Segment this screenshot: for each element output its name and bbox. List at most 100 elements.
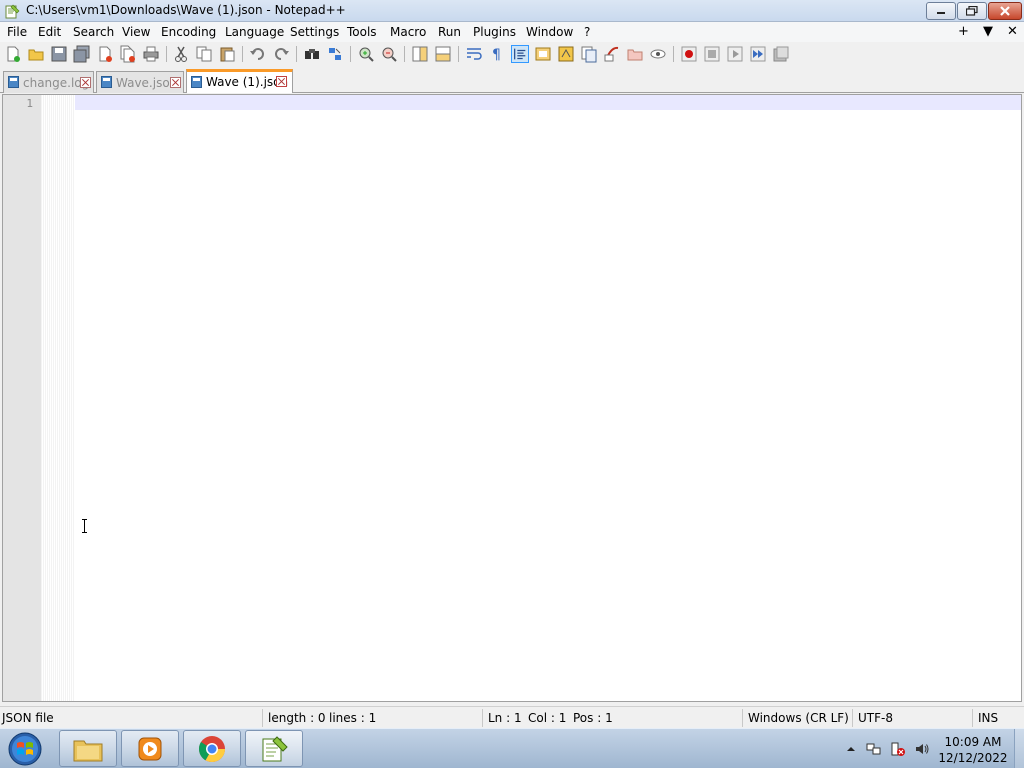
toolbar: ¶ xyxy=(0,42,1024,66)
network-icon[interactable] xyxy=(866,741,882,757)
menu-window[interactable]: Window xyxy=(526,25,573,39)
show-hidden-icons[interactable] xyxy=(843,741,859,757)
menu-help[interactable]: ? xyxy=(584,25,590,39)
menu-plugins[interactable]: Plugins xyxy=(473,25,516,39)
tab-change-log[interactable]: change.log xyxy=(3,71,94,93)
taskbar-notepadpp[interactable] xyxy=(245,730,303,767)
menu-file[interactable]: File xyxy=(7,25,27,39)
status-separator xyxy=(852,709,853,727)
status-insert-mode[interactable]: INS xyxy=(978,711,998,725)
clock-date: 12/12/2022 xyxy=(938,751,1008,765)
text-cursor-icon xyxy=(82,519,87,533)
record-macro-icon[interactable] xyxy=(680,45,698,63)
clock-time: 10:09 AM xyxy=(944,735,1002,749)
menu-search[interactable]: Search xyxy=(73,25,114,39)
status-encoding[interactable]: UTF-8 xyxy=(858,711,893,725)
replace-icon[interactable] xyxy=(326,45,344,63)
sync-vertical-icon[interactable] xyxy=(411,45,429,63)
new-file-icon[interactable] xyxy=(4,45,22,63)
notepadpp-icon xyxy=(5,4,20,19)
save-all-icon[interactable] xyxy=(73,45,91,63)
stop-record-icon[interactable] xyxy=(703,45,721,63)
file-icon xyxy=(101,76,112,88)
close-icon[interactable] xyxy=(96,45,114,63)
save-macro-icon[interactable] xyxy=(772,45,790,63)
undo-icon[interactable] xyxy=(249,45,267,63)
status-ln: Ln : 1 xyxy=(488,711,522,725)
folder-as-workspace-icon[interactable] xyxy=(603,45,621,63)
find-icon[interactable] xyxy=(303,45,321,63)
fold-margin[interactable] xyxy=(41,95,75,701)
menu-encoding[interactable]: Encoding xyxy=(161,25,216,39)
save-icon[interactable] xyxy=(50,45,68,63)
tab-close-icon[interactable] xyxy=(80,77,91,88)
menu-view[interactable]: View xyxy=(122,25,150,39)
open-file-icon[interactable] xyxy=(27,45,45,63)
copy-icon[interactable] xyxy=(195,45,213,63)
toolbar-separator xyxy=(242,46,243,62)
udl-icon[interactable] xyxy=(534,45,552,63)
status-eol[interactable]: Windows (CR LF) xyxy=(748,711,849,725)
paste-icon[interactable] xyxy=(218,45,236,63)
menu-macro[interactable]: Macro xyxy=(390,25,426,39)
media-player-icon xyxy=(138,737,162,760)
file-icon xyxy=(8,76,19,88)
run-macro-multiple-icon[interactable] xyxy=(749,45,767,63)
close-all-icon[interactable] xyxy=(119,45,137,63)
tab-list-dropdown[interactable]: ▼ xyxy=(983,24,993,39)
menu-edit[interactable]: Edit xyxy=(38,25,61,39)
new-tab-button[interactable]: + xyxy=(958,24,969,39)
doc-map-icon[interactable] xyxy=(557,45,575,63)
editor[interactable]: 1 xyxy=(2,94,1022,702)
taskbar-chrome[interactable] xyxy=(183,730,241,767)
play-macro-icon[interactable] xyxy=(726,45,744,63)
menu-run[interactable]: Run xyxy=(438,25,461,39)
menu-settings[interactable]: Settings xyxy=(290,25,339,39)
status-separator xyxy=(742,709,743,727)
chrome-icon xyxy=(198,735,226,762)
clock[interactable]: 10:09 AM 12/12/2022 xyxy=(936,734,1010,766)
text-area[interactable] xyxy=(77,96,1021,701)
tab-label: Wave.json xyxy=(116,76,178,90)
toolbar-separator xyxy=(296,46,297,62)
status-lines: lines : 1 xyxy=(329,711,377,725)
sync-horizontal-icon[interactable] xyxy=(434,45,452,63)
status-length: length : 0 xyxy=(268,711,326,725)
menu-tools[interactable]: Tools xyxy=(347,25,377,39)
function-list-icon[interactable] xyxy=(580,45,598,63)
show-desktop-button[interactable] xyxy=(1014,729,1024,768)
tab-wave-1-json[interactable]: Wave (1).json xyxy=(186,69,293,93)
menu-bar: File Edit Search View Encoding Language … xyxy=(0,22,1024,42)
zoom-in-icon[interactable] xyxy=(357,45,375,63)
volume-icon[interactable] xyxy=(914,741,930,757)
toolbar-separator xyxy=(350,46,351,62)
print-icon[interactable] xyxy=(142,45,160,63)
redo-icon[interactable] xyxy=(272,45,290,63)
close-button[interactable] xyxy=(988,2,1022,20)
taskbar: 10:09 AM 12/12/2022 xyxy=(0,728,1024,768)
tab-close-icon[interactable] xyxy=(276,76,287,87)
restore-button[interactable] xyxy=(957,2,987,20)
tab-wave-json[interactable]: Wave.json xyxy=(96,71,184,93)
cut-icon[interactable] xyxy=(172,45,190,63)
word-wrap-icon[interactable] xyxy=(465,45,483,63)
minimize-button[interactable] xyxy=(926,2,956,20)
taskbar-explorer[interactable] xyxy=(59,730,117,767)
file-icon xyxy=(191,76,202,88)
start-button[interactable] xyxy=(5,731,45,767)
monitoring-icon[interactable] xyxy=(626,45,644,63)
close-icon xyxy=(1000,6,1010,16)
show-all-chars-icon[interactable]: ¶ xyxy=(488,45,506,63)
status-separator xyxy=(972,709,973,727)
toolbar-separator xyxy=(673,46,674,62)
line-number: 1 xyxy=(26,97,33,110)
zoom-out-icon[interactable] xyxy=(380,45,398,63)
menu-language[interactable]: Language xyxy=(225,25,284,39)
window-title: C:\Users\vm1\Downloads\Wave (1).json - N… xyxy=(26,3,346,17)
eye-icon[interactable] xyxy=(649,45,667,63)
close-document-button[interactable]: ✕ xyxy=(1007,24,1018,39)
action-center-icon[interactable] xyxy=(890,741,906,757)
indent-guide-icon[interactable] xyxy=(511,45,529,63)
taskbar-media-player[interactable] xyxy=(121,730,179,767)
tab-close-icon[interactable] xyxy=(170,77,181,88)
